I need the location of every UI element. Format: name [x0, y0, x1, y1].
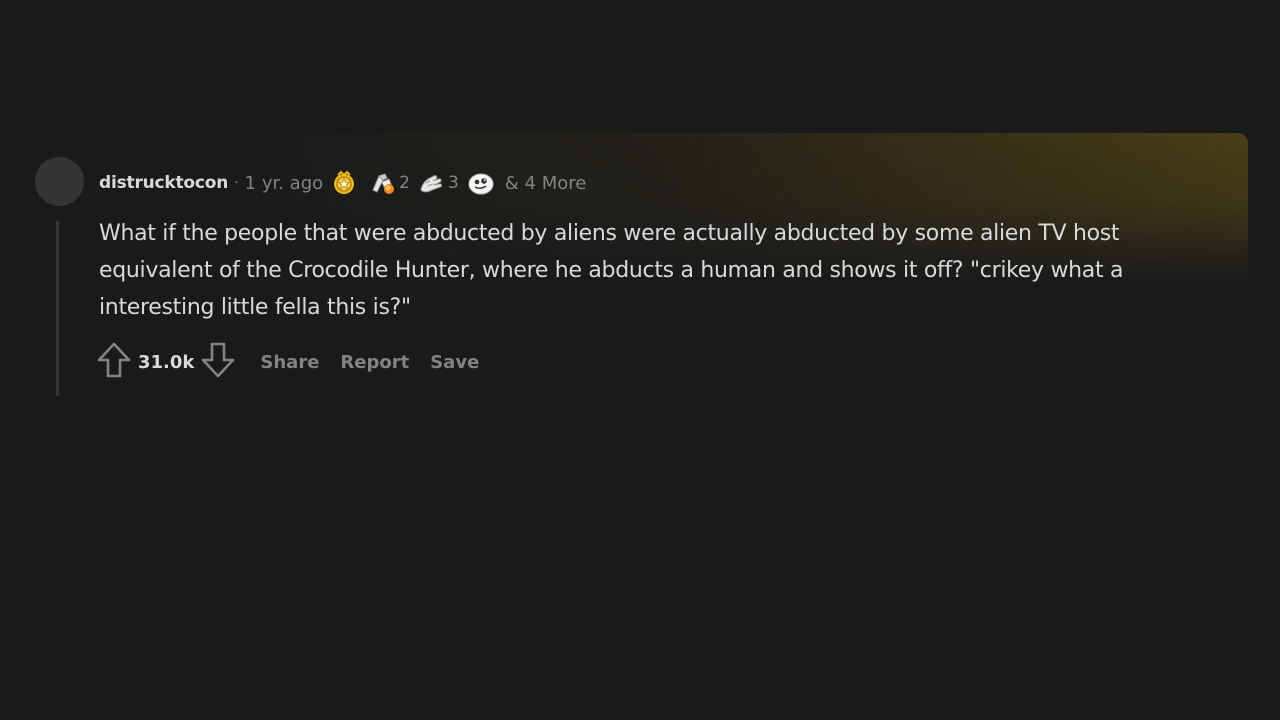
downvote-button[interactable]	[200, 342, 236, 382]
timestamp[interactable]: 1 yr. ago	[245, 173, 324, 194]
page: distrucktocon · 1 yr. ago 2 3 & 4 More W…	[0, 0, 1280, 720]
award-4[interactable]	[467, 170, 495, 196]
upvote-button[interactable]	[96, 342, 132, 382]
meta-separator: ·	[234, 175, 239, 191]
save-button[interactable]: Save	[430, 352, 479, 373]
award-2[interactable]: 2	[369, 170, 410, 196]
wholesome-face-icon	[467, 170, 495, 196]
vote-score: 31.0k	[138, 351, 195, 373]
upvote-arrow-icon	[97, 342, 131, 382]
rocket-like-icon	[369, 170, 397, 196]
username[interactable]: distrucktocon	[99, 173, 228, 193]
share-button[interactable]: Share	[260, 352, 319, 373]
helping-hand-icon	[418, 170, 446, 196]
thread-line[interactable]	[56, 221, 59, 396]
award-gold[interactable]	[331, 170, 357, 196]
downvote-arrow-icon	[201, 342, 235, 382]
award-count: 3	[447, 173, 459, 193]
gold-medal-icon	[331, 170, 357, 196]
award-3[interactable]: 3	[418, 170, 459, 196]
comment-meta: distrucktocon · 1 yr. ago 2 3 & 4 More	[99, 169, 586, 197]
comment-body: What if the people that were abducted by…	[99, 221, 1124, 320]
report-button[interactable]: Report	[340, 352, 409, 373]
avatar[interactable]	[35, 157, 84, 206]
comment-actions: 31.0k Share Report Save	[96, 342, 479, 382]
more-awards-link[interactable]: & 4 More	[505, 173, 587, 194]
award-count: 2	[399, 173, 410, 193]
